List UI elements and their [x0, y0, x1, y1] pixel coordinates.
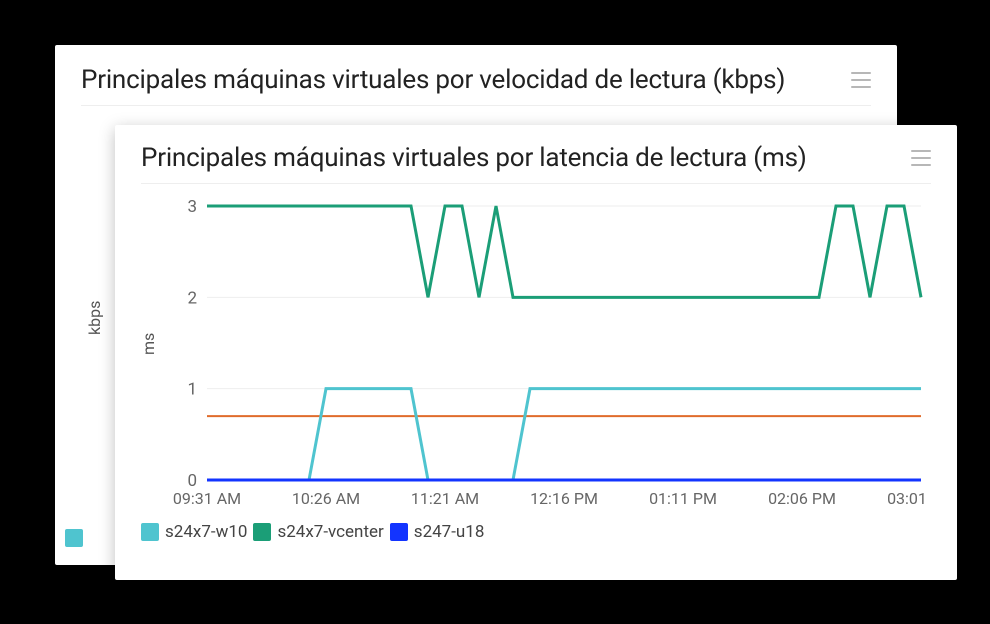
hamburger-menu-icon[interactable] — [851, 72, 871, 88]
svg-text:03:01 PM: 03:01 PM — [887, 489, 931, 508]
card-title: Principales máquinas virtuales por veloc… — [81, 65, 785, 95]
svg-text:02:06 PM: 02:06 PM — [768, 489, 836, 508]
legend-item[interactable]: s247-u18 — [390, 522, 485, 542]
y-axis-label: kbps — [85, 301, 104, 335]
card-header: Principales máquinas virtuales por laten… — [141, 143, 931, 184]
svg-text:3: 3 — [187, 197, 197, 217]
legend-label: s24x7-w10 — [165, 522, 247, 542]
legend-label: s247-u18 — [414, 522, 485, 542]
chart-plot-area: 0 1 2 3 09:31 AM 10:26 AM 11:21 AM 12:16 PM 01:1… — [171, 194, 961, 514]
legend-label: s24x7-vcenter — [277, 522, 383, 542]
svg-text:2: 2 — [187, 288, 197, 308]
legend-swatch — [390, 523, 408, 541]
card-header: Principales máquinas virtuales por veloc… — [81, 65, 871, 106]
svg-text:10:26 AM: 10:26 AM — [292, 489, 360, 508]
hamburger-menu-icon[interactable] — [911, 150, 931, 166]
svg-text:01:11 PM: 01:11 PM — [649, 489, 717, 508]
legend-swatch — [65, 529, 83, 547]
legend-swatch — [141, 523, 159, 541]
y-axis-label: ms — [139, 333, 158, 355]
svg-text:11:21 AM: 11:21 AM — [411, 489, 479, 508]
svg-text:12:16 PM: 12:16 PM — [530, 489, 598, 508]
chart-card-read-latency: Principales máquinas virtuales por laten… — [115, 125, 957, 580]
legend-swatch — [253, 523, 271, 541]
legend-item[interactable]: s24x7-vcenter — [253, 522, 383, 542]
line-chart: 0 1 2 3 09:31 AM 10:26 AM 11:21 AM 12:16 PM 01:1… — [171, 194, 931, 514]
card-title: Principales máquinas virtuales por laten… — [141, 143, 807, 173]
chart-legend: s24x7-w10 s24x7-vcenter s247-u18 — [141, 522, 931, 542]
svg-text:09:31 AM: 09:31 AM — [173, 489, 241, 508]
svg-text:0: 0 — [187, 471, 197, 491]
svg-text:1: 1 — [187, 380, 197, 400]
legend-item[interactable]: s24x7-w10 — [141, 522, 247, 542]
